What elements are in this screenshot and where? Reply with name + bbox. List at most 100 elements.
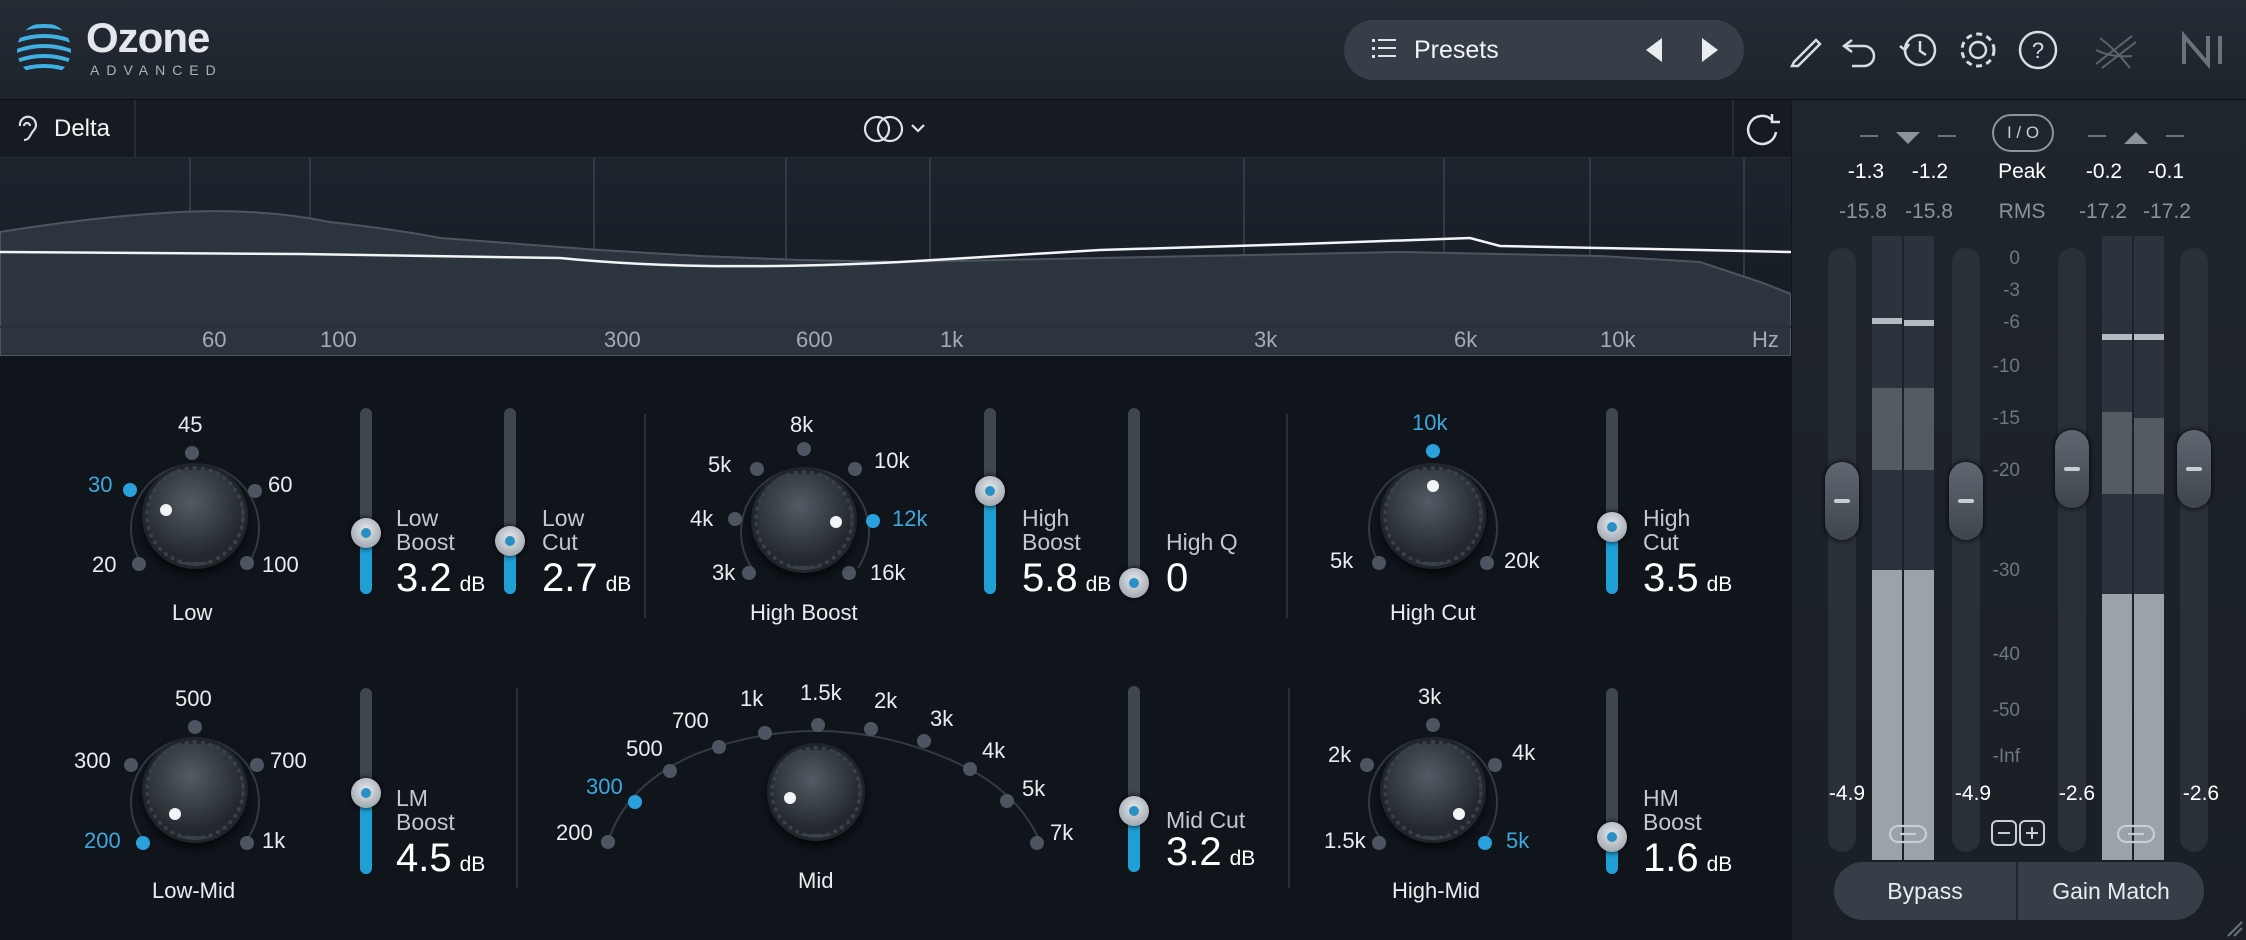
hm-boost-value[interactable]: 1.6 <box>1643 836 1699 880</box>
high-cut-knob[interactable] <box>1383 466 1483 566</box>
mid-cut-slider[interactable] <box>1119 686 1149 872</box>
invert-phase-icon[interactable] <box>1990 818 2046 848</box>
low-option[interactable]: 60 <box>268 472 292 498</box>
reset-icon[interactable] <box>1742 110 1782 150</box>
output-gain-slider-left[interactable] <box>2055 248 2089 852</box>
low-option-selected[interactable]: 30 <box>88 472 112 498</box>
next-preset-icon[interactable] <box>1698 36 1722 64</box>
low-cut-value[interactable]: 2.7 <box>542 556 598 600</box>
lm-boost-value[interactable]: 4.5 <box>396 836 452 880</box>
hm-boost-slider[interactable] <box>1597 688 1627 874</box>
previous-preset-icon[interactable] <box>1642 36 1666 64</box>
ozone-exciter-window: Ozone ADVANCED Presets ? Delta 60 100 30… <box>0 0 2246 940</box>
mid-option-selected[interactable]: 300 <box>586 774 623 800</box>
mid-option[interactable]: 5k <box>1022 776 1045 802</box>
low-boost-slider[interactable] <box>351 408 381 594</box>
signal-chain-icon[interactable] <box>2092 28 2136 72</box>
gear-icon[interactable] <box>1956 28 2000 72</box>
low-option[interactable]: 100 <box>262 552 299 578</box>
pencil-icon[interactable] <box>1786 28 1830 72</box>
presets-button[interactable]: Presets <box>1414 36 1499 65</box>
low-mid-option[interactable]: 300 <box>74 748 111 774</box>
input-gain-right[interactable]: -4.9 <box>1938 782 2008 806</box>
high-mid-knob[interactable] <box>1383 740 1483 840</box>
hm-boost-unit: dB <box>1706 853 1733 876</box>
low-option[interactable]: 45 <box>178 412 202 438</box>
io-button[interactable]: I / O <box>1992 114 2054 152</box>
mid-option[interactable]: 200 <box>556 820 593 846</box>
low-boost-value[interactable]: 3.2 <box>396 556 452 600</box>
high-q-slider[interactable] <box>1119 408 1149 598</box>
freq-label: 300 <box>604 327 641 352</box>
high-boost-option[interactable]: 16k <box>870 560 905 586</box>
mid-knob[interactable] <box>770 746 862 838</box>
lm-boost-slider[interactable] <box>351 688 381 874</box>
mid-option[interactable]: 1k <box>740 686 763 712</box>
high-mid-option[interactable]: 1.5k <box>1324 828 1366 854</box>
input-link-icon[interactable] <box>1888 822 1928 846</box>
high-cut-gain-label-2: Cut <box>1643 529 1679 555</box>
output-link-icon[interactable] <box>2116 822 2156 846</box>
high-boost-gain-value[interactable]: 5.8 <box>1022 556 1078 600</box>
input-gain-left[interactable]: -4.9 <box>1812 782 1882 806</box>
low-knob[interactable] <box>145 466 245 566</box>
history-icon[interactable] <box>1896 28 1940 72</box>
help-icon[interactable]: ? <box>2016 28 2060 72</box>
high-boost-option[interactable]: 4k <box>690 506 713 532</box>
high-mid-option-selected[interactable]: 5k <box>1506 828 1529 854</box>
gain-match-button[interactable]: Gain Match <box>2018 862 2204 920</box>
ear-icon[interactable] <box>14 114 38 144</box>
low-cut-label-1: Low <box>542 505 585 531</box>
mid-option[interactable]: 700 <box>672 708 709 734</box>
high-mid-option[interactable]: 4k <box>1512 740 1535 766</box>
input-collapse-icon[interactable] <box>1860 126 1960 146</box>
high-mid-option[interactable]: 3k <box>1418 684 1441 710</box>
low-option[interactable]: 20 <box>92 552 116 578</box>
high-boost-gain-slider[interactable] <box>975 408 1005 594</box>
high-boost-option[interactable]: 8k <box>790 412 813 438</box>
high-boost-option[interactable]: 10k <box>874 448 909 474</box>
low-mid-option[interactable]: 1k <box>262 828 285 854</box>
mid-option[interactable]: 7k <box>1050 820 1073 846</box>
output-gain-slider-right[interactable] <box>2177 248 2211 852</box>
mid-option[interactable]: 2k <box>874 688 897 714</box>
low-mid-option[interactable]: 700 <box>270 748 307 774</box>
output-gain-left[interactable]: -2.6 <box>2042 782 2112 806</box>
high-cut-option-selected[interactable]: 10k <box>1412 410 1447 436</box>
output-meter-right <box>2134 236 2164 860</box>
high-cut-option[interactable]: 20k <box>1504 548 1539 574</box>
high-q-value[interactable]: 0 <box>1166 556 1188 601</box>
list-icon[interactable] <box>1372 36 1398 62</box>
output-gain-right[interactable]: -2.6 <box>2166 782 2236 806</box>
mid-option[interactable]: 3k <box>930 706 953 732</box>
mid-option[interactable]: 4k <box>982 738 1005 764</box>
resize-handle-icon[interactable] <box>2224 918 2244 938</box>
stereo-mode-icon[interactable] <box>862 114 932 146</box>
delta-button[interactable]: Delta <box>54 115 110 143</box>
spectrum-display[interactable] <box>0 158 1792 357</box>
low-mid-knob[interactable] <box>145 740 245 840</box>
high-cut-gain-slider[interactable] <box>1597 408 1627 594</box>
mid-cut-value[interactable]: 3.2 <box>1166 830 1222 874</box>
meter-scale-label: 0 <box>2009 248 2020 269</box>
low-mid-option-selected[interactable]: 200 <box>84 828 121 854</box>
high-mid-option[interactable]: 2k <box>1328 742 1351 768</box>
undo-icon[interactable] <box>1838 28 1882 72</box>
bypass-button[interactable]: Bypass <box>1834 862 2016 920</box>
high-cut-option[interactable]: 5k <box>1330 548 1353 574</box>
high-cut-gain-value[interactable]: 3.5 <box>1643 556 1699 600</box>
ozone-logo-icon <box>17 24 71 74</box>
high-boost-option-selected[interactable]: 12k <box>892 506 927 532</box>
low-boost-label-2: Boost <box>396 529 455 555</box>
low-mid-title: Low-Mid <box>152 878 236 903</box>
high-boost-option[interactable]: 3k <box>712 560 735 586</box>
input-gain-slider-left[interactable] <box>1825 248 1859 852</box>
high-boost-knob[interactable] <box>754 470 854 570</box>
mid-cut-label: Mid Cut <box>1166 807 1246 833</box>
output-collapse-icon[interactable] <box>2088 126 2188 146</box>
high-boost-option[interactable]: 5k <box>708 452 731 478</box>
low-cut-slider[interactable] <box>495 408 525 594</box>
low-mid-option[interactable]: 500 <box>175 686 212 712</box>
mid-option[interactable]: 500 <box>626 736 663 762</box>
mid-option[interactable]: 1.5k <box>800 680 842 706</box>
